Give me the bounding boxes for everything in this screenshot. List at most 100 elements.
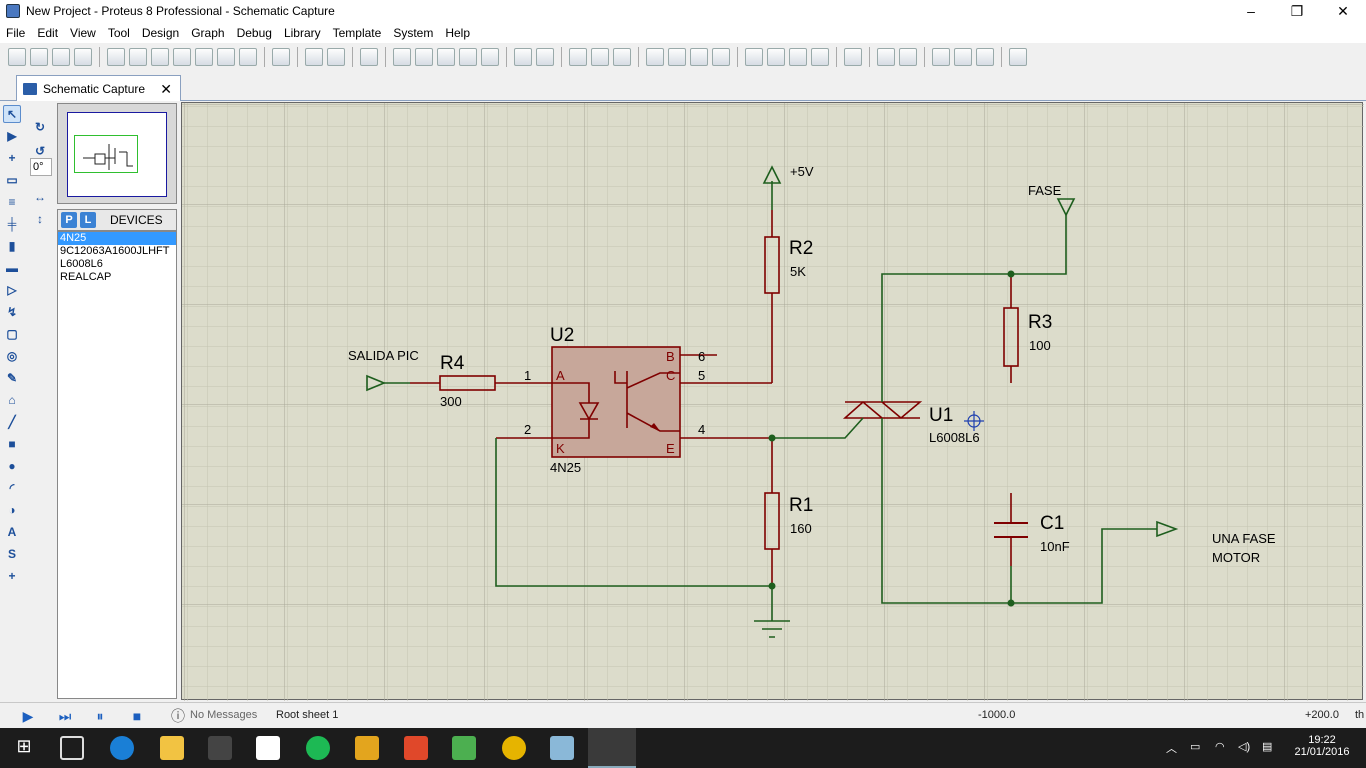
- property-assignment-icon[interactable]: [899, 48, 917, 66]
- save-icon[interactable]: [52, 48, 70, 66]
- device-item[interactable]: REALCAP: [58, 271, 176, 284]
- zoom-all-icon[interactable]: [459, 48, 477, 66]
- zoom-area-icon[interactable]: [481, 48, 499, 66]
- step-icon[interactable]: ⏭: [57, 708, 73, 724]
- electrical-rule-check-icon[interactable]: [1009, 48, 1027, 66]
- schematic-icon[interactable]: [129, 48, 147, 66]
- search-tag-icon[interactable]: [877, 48, 895, 66]
- pick-device-icon[interactable]: [745, 48, 763, 66]
- menu-design[interactable]: Design: [136, 26, 185, 40]
- new-sheet-icon[interactable]: [932, 48, 950, 66]
- marker-2d-icon[interactable]: +: [3, 567, 21, 585]
- tray-volume-icon[interactable]: ◁): [1238, 740, 1250, 753]
- cut-icon[interactable]: [569, 48, 587, 66]
- menu-view[interactable]: View: [64, 26, 102, 40]
- copy-icon[interactable]: [591, 48, 609, 66]
- origin-icon[interactable]: [360, 48, 378, 66]
- text-2d-icon[interactable]: A: [3, 523, 21, 541]
- mirror-vertical-icon[interactable]: ↕: [31, 210, 49, 228]
- terminals-icon[interactable]: ▬: [3, 259, 21, 277]
- stop-icon[interactable]: ■: [129, 708, 145, 724]
- tape-recorder-icon[interactable]: ▢: [3, 325, 21, 343]
- library-manager-button[interactable]: L: [80, 212, 96, 228]
- refresh-icon[interactable]: [305, 48, 323, 66]
- menu-edit[interactable]: Edit: [31, 26, 64, 40]
- selection-mode-icon[interactable]: ↖: [3, 105, 21, 123]
- file-explorer-icon[interactable]: [160, 736, 184, 760]
- exit-to-parent-icon[interactable]: [976, 48, 994, 66]
- tray-chevron-icon[interactable]: ︿: [1166, 740, 1177, 756]
- task-view-icon[interactable]: [60, 736, 84, 760]
- box-2d-icon[interactable]: ■: [3, 435, 21, 453]
- home-icon[interactable]: [107, 48, 125, 66]
- overview-window[interactable]: [57, 103, 177, 204]
- circle-2d-icon[interactable]: ●: [3, 457, 21, 475]
- photos-app-icon[interactable]: [404, 736, 428, 760]
- graph-icon[interactable]: ↯: [3, 303, 21, 321]
- line-2d-icon[interactable]: ╱: [3, 413, 21, 431]
- close-button[interactable]: ✕: [1320, 0, 1366, 22]
- device-item[interactable]: 9C12063A1600JLHFT: [58, 245, 176, 258]
- menu-help[interactable]: Help: [439, 26, 476, 40]
- arc-2d-icon[interactable]: ◜: [3, 479, 21, 497]
- tray-battery-icon[interactable]: ▭: [1190, 740, 1200, 753]
- menu-library[interactable]: Library: [278, 26, 327, 40]
- menu-template[interactable]: Template: [327, 26, 388, 40]
- generator-icon[interactable]: ◎: [3, 347, 21, 365]
- home-app-icon[interactable]: [256, 736, 280, 760]
- tab-close-icon[interactable]: ✕: [160, 81, 172, 98]
- menu-tool[interactable]: Tool: [102, 26, 136, 40]
- block-copy-icon[interactable]: [646, 48, 664, 66]
- pause-icon[interactable]: ⏸: [92, 708, 108, 724]
- block-delete-icon[interactable]: [712, 48, 730, 66]
- maximize-button[interactable]: ❐: [1274, 0, 1320, 22]
- schematic-canvas[interactable]: +5V FASE SALIDA PIC UNA FASE MOTOR R2 5K…: [181, 102, 1364, 701]
- app-icon[interactable]: [550, 736, 574, 760]
- grid-icon[interactable]: [327, 48, 345, 66]
- pan-icon[interactable]: [393, 48, 411, 66]
- tray-wifi-icon[interactable]: ◠: [1215, 740, 1225, 753]
- decompose-icon[interactable]: [789, 48, 807, 66]
- windows-start-icon[interactable]: ⊞: [12, 736, 36, 760]
- component-mode-icon[interactable]: ▶: [3, 127, 21, 145]
- rotate-clockwise-icon[interactable]: ↻: [31, 118, 49, 136]
- notes-app-icon[interactable]: [355, 736, 379, 760]
- import-icon[interactable]: [74, 48, 92, 66]
- remove-sheet-icon[interactable]: [954, 48, 972, 66]
- overview-viewport[interactable]: [74, 135, 138, 173]
- proteus-taskbar-icon[interactable]: [588, 728, 636, 768]
- junction-dot-icon[interactable]: +: [3, 149, 21, 167]
- text-script-icon[interactable]: ≡: [3, 193, 21, 211]
- messages-status[interactable]: No Messages: [190, 709, 257, 721]
- play-icon[interactable]: ▶: [20, 708, 36, 724]
- help-icon[interactable]: [272, 48, 290, 66]
- menu-graph[interactable]: Graph: [185, 26, 230, 40]
- virtual-instruments-icon[interactable]: ⌂: [3, 391, 21, 409]
- minimize-button[interactable]: –: [1228, 0, 1274, 22]
- chrome-icon[interactable]: [502, 736, 526, 760]
- device-item[interactable]: L6008L6: [58, 258, 176, 271]
- tab-schematic-capture[interactable]: Schematic Capture ✕: [16, 75, 181, 101]
- wire-autorouter-icon[interactable]: [844, 48, 862, 66]
- path-2d-icon[interactable]: ◑: [3, 501, 21, 519]
- zoom-in-icon[interactable]: [415, 48, 433, 66]
- paste-icon[interactable]: [613, 48, 631, 66]
- gerber-icon[interactable]: [195, 48, 213, 66]
- block-move-icon[interactable]: [668, 48, 686, 66]
- menu-system[interactable]: System: [387, 26, 439, 40]
- game-app-icon[interactable]: [452, 736, 476, 760]
- block-rotate-icon[interactable]: [690, 48, 708, 66]
- bom-icon[interactable]: [217, 48, 235, 66]
- zoom-out-icon[interactable]: [437, 48, 455, 66]
- wire-label-icon[interactable]: ▭: [3, 171, 21, 189]
- buses-icon[interactable]: ╪: [3, 215, 21, 233]
- menu-debug[interactable]: Debug: [231, 26, 278, 40]
- device-item[interactable]: 4N25: [58, 232, 176, 245]
- new-file-icon[interactable]: [8, 48, 26, 66]
- voltage-probe-icon[interactable]: ✎: [3, 369, 21, 387]
- 3d-view-icon[interactable]: [173, 48, 191, 66]
- tray-notifications-icon[interactable]: ▤: [1262, 740, 1272, 753]
- subcircuit-icon[interactable]: ▮: [3, 237, 21, 255]
- redo-icon[interactable]: [536, 48, 554, 66]
- rotation-angle-field[interactable]: 0°: [30, 158, 52, 176]
